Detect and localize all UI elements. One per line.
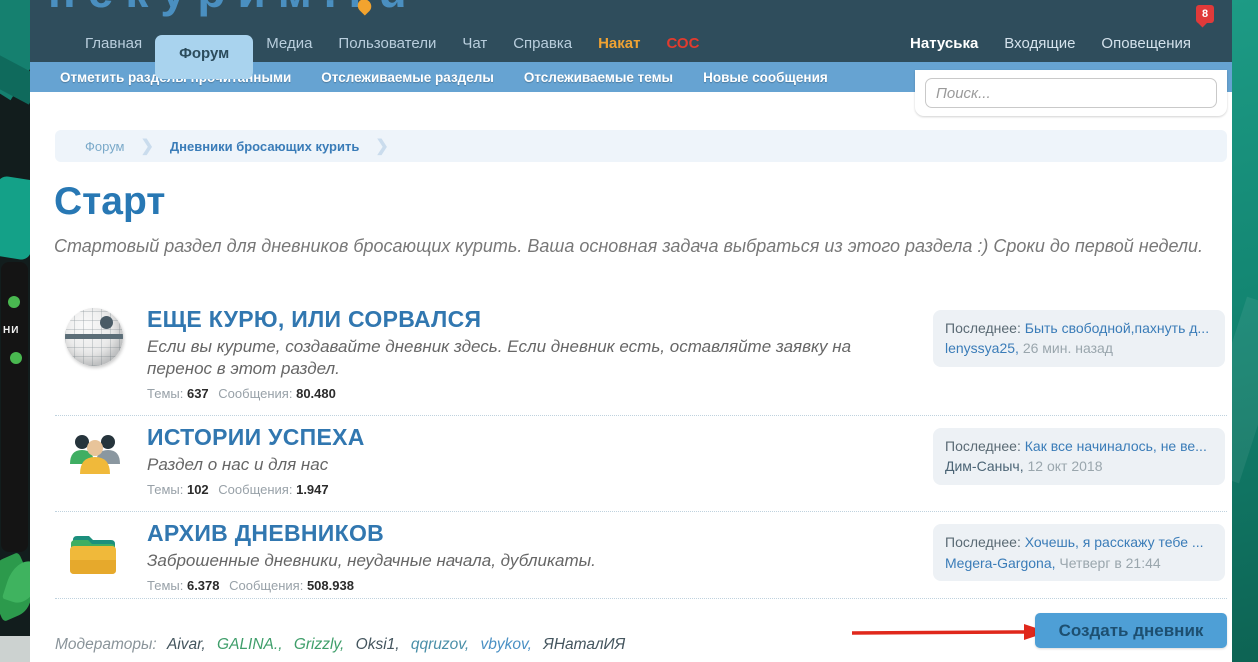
content-area: некурим.ru Главная Форум Медиа Пользоват… (30, 0, 1232, 662)
last-post-time: 12 окт 2018 (1028, 458, 1103, 474)
forum-section-row: ЕЩЕ КУРЮ, ИЛИ СОРВАЛСЯ Если вы курите, с… (55, 298, 1227, 416)
background-ad-text: НИ (3, 325, 19, 336)
moderators-list: Модераторы: Aivar, GALINA., Grizzly, Oks… (55, 636, 632, 654)
background-shape (0, 636, 30, 662)
breadcrumb: Форум ❯ Дневники бросающих курить ❯ (55, 130, 1227, 162)
nav-tab-chat[interactable]: Чат (449, 25, 500, 62)
nav-inbox[interactable]: Входящие (991, 25, 1088, 62)
section-stats: Темы: 637 Сообщения: 80.480 (147, 386, 917, 401)
moderator-link[interactable]: Aivar, (167, 636, 206, 653)
last-post-box: Последнее: Быть свободной,пахнуть д... l… (933, 310, 1225, 367)
user-navigation: Натуська Входящие Оповещения (897, 25, 1204, 62)
globe-icon (65, 308, 127, 370)
topics-label: Темы: (147, 386, 183, 401)
people-icon (65, 426, 127, 488)
search-panel (915, 70, 1227, 116)
last-post-box: Последнее: Хочешь, я расскажу тебе ... M… (933, 524, 1225, 581)
background-shape (10, 352, 22, 364)
section-main: АРХИВ ДНЕВНИКОВ Заброшенные дневники, не… (147, 520, 917, 593)
moderator-link[interactable]: Oksi1, (356, 636, 400, 653)
nav-tab-media[interactable]: Медиа (253, 25, 325, 62)
moderator-link[interactable]: GALINA., (217, 636, 282, 653)
background-shape (0, 175, 30, 261)
moderator-link[interactable]: qqruzov, (411, 636, 469, 653)
last-post-user-link[interactable]: lenyssya25, (945, 340, 1019, 356)
topics-label: Темы: (147, 482, 183, 497)
background-shape (8, 296, 20, 308)
last-post-label: Последнее: (945, 438, 1021, 454)
nav-tab-sos[interactable]: СОС (653, 25, 712, 62)
subnav-watched-threads[interactable]: Отслеживаемые темы (509, 70, 688, 85)
messages-label: Сообщения: (218, 482, 292, 497)
nav-tab-help[interactable]: Справка (500, 25, 585, 62)
nav-alerts[interactable]: Оповещения (1088, 25, 1204, 62)
nav-tab-nakat[interactable]: Накат (585, 25, 653, 62)
section-stats: Темы: 6.378 Сообщения: 508.938 (147, 578, 917, 593)
subnav-watched-forums[interactable]: Отслеживаемые разделы (306, 70, 509, 85)
last-post-label: Последнее: (945, 320, 1021, 336)
last-post-user-link[interactable]: Дим-Саныч, (945, 458, 1024, 474)
last-post-title-link[interactable]: Быть свободной,пахнуть д... (1025, 320, 1209, 336)
breadcrumb-forum[interactable]: Форум (85, 139, 125, 154)
section-stats: Темы: 102 Сообщения: 1.947 (147, 482, 917, 497)
messages-count: 1.947 (296, 482, 329, 497)
section-description: Раздел о нас и для нас (147, 454, 917, 476)
moderator-link[interactable]: vbykov, (481, 636, 532, 653)
moderators-label: Модераторы: (55, 636, 157, 653)
nav-tab-users[interactable]: Пользователи (325, 25, 449, 62)
last-post-time: 26 мин. назад (1023, 340, 1113, 356)
page-description: Стартовый раздел для дневников бросающих… (54, 234, 1204, 258)
account-username[interactable]: Натуська (897, 25, 991, 62)
breadcrumb-current[interactable]: Дневники бросающих курить (170, 139, 359, 154)
notification-badge[interactable]: 8 (1196, 5, 1214, 23)
main-navigation: Главная Форум Медиа Пользователи Чат Спр… (72, 25, 712, 62)
chevron-right-icon: ❯ (375, 136, 388, 156)
top-header: некурим.ru Главная Форум Медиа Пользоват… (30, 0, 1232, 62)
messages-label: Сообщения: (218, 386, 292, 401)
chevron-right-icon: ❯ (141, 136, 154, 156)
last-post-label: Последнее: (945, 534, 1021, 550)
section-main: ИСТОРИИ УСПЕХА Раздел о нас и для нас Те… (147, 424, 917, 497)
subnav-new-posts[interactable]: Новые сообщения (688, 70, 843, 85)
section-title-link[interactable]: АРХИВ ДНЕВНИКОВ (147, 520, 917, 547)
annotation-arrow-icon (848, 618, 1056, 646)
background-ad-left: НИ (0, 0, 30, 662)
messages-count: 80.480 (296, 386, 336, 401)
section-description: Заброшенные дневники, неудачные начала, … (147, 550, 917, 572)
divider (55, 598, 1227, 599)
section-title-link[interactable]: ИСТОРИИ УСПЕХА (147, 424, 917, 451)
folder-icon (65, 522, 127, 584)
background-right (1232, 0, 1258, 662)
page-title: Старт (54, 180, 165, 224)
topics-label: Темы: (147, 578, 183, 593)
last-post-user-link[interactable]: Megera-Gargona, (945, 555, 1056, 571)
last-post-title-link[interactable]: Хочешь, я расскажу тебе ... (1025, 534, 1204, 550)
topics-count: 637 (187, 386, 209, 401)
messages-label: Сообщения: (229, 578, 303, 593)
topics-count: 102 (187, 482, 209, 497)
create-diary-button[interactable]: Создать дневник (1035, 613, 1227, 648)
forum-sections: ЕЩЕ КУРЮ, ИЛИ СОРВАЛСЯ Если вы курите, с… (55, 298, 1227, 607)
last-post-time: Четверг в 21:44 (1059, 555, 1160, 571)
messages-count: 508.938 (307, 578, 354, 593)
moderator-link[interactable]: Grizzly, (294, 636, 345, 653)
last-post-title-link[interactable]: Как все начиналось, не ве... (1025, 438, 1207, 454)
background-shape (1232, 297, 1258, 484)
moderator-link[interactable]: ЯНаталИЯ (543, 636, 625, 653)
forum-section-row: ИСТОРИИ УСПЕХА Раздел о нас и для нас Те… (55, 416, 1227, 512)
nav-tab-home[interactable]: Главная (72, 25, 155, 62)
topics-count: 6.378 (187, 578, 220, 593)
nav-tab-forum[interactable]: Форум (155, 35, 253, 79)
forum-section-row: АРХИВ ДНЕВНИКОВ Заброшенные дневники, не… (55, 512, 1227, 607)
last-post-box: Последнее: Как все начиналось, не ве... … (933, 428, 1225, 485)
section-title-link[interactable]: ЕЩЕ КУРЮ, ИЛИ СОРВАЛСЯ (147, 306, 917, 333)
search-input[interactable] (925, 78, 1217, 108)
forum-page: НИ некурим.ru Главная Форум Медиа Пользо… (0, 0, 1258, 662)
section-description: Если вы курите, создавайте дневник здесь… (147, 336, 917, 380)
section-main: ЕЩЕ КУРЮ, ИЛИ СОРВАЛСЯ Если вы курите, с… (147, 306, 917, 401)
